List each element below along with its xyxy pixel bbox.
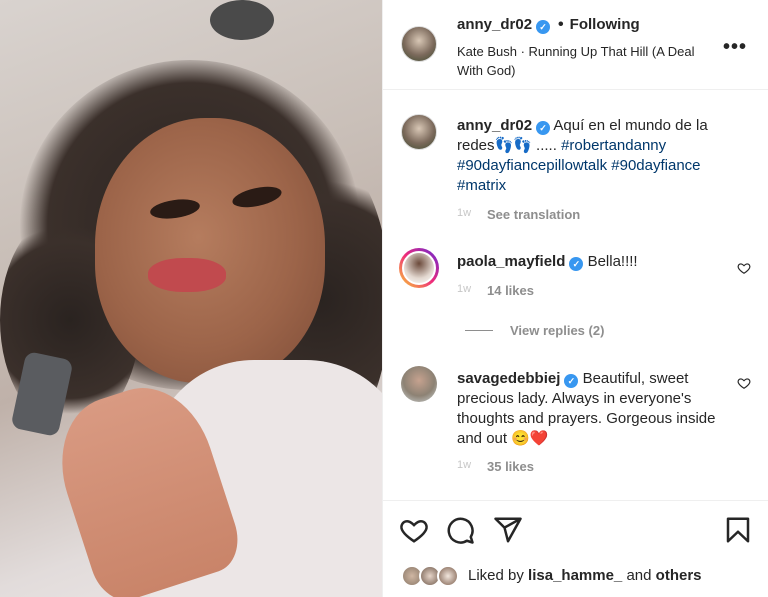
liker-avatar[interactable] — [437, 565, 459, 587]
replies-divider — [465, 330, 493, 331]
comment-likes-count[interactable]: 35 likes — [487, 459, 534, 474]
avatar[interactable] — [401, 366, 437, 402]
comment-like-heart-icon[interactable] — [737, 376, 751, 390]
comment-like-heart-icon[interactable] — [737, 261, 751, 275]
avatar[interactable] — [402, 251, 436, 285]
hashtag-link[interactable]: #matrix — [457, 177, 506, 194]
face-shape — [95, 118, 325, 383]
author-username[interactable]: anny_dr02 — [457, 16, 532, 33]
following-button[interactable]: Following — [570, 16, 640, 33]
comment-likes-count[interactable]: 14 likes — [487, 283, 534, 298]
view-replies-button[interactable]: View replies (2) — [510, 323, 604, 338]
heart-icon[interactable] — [399, 515, 429, 545]
share-icon[interactable] — [493, 515, 523, 545]
post-side-panel: anny_dr02 ✓ • Following Kate Bush · Running… — [382, 0, 768, 597]
hashtag-link[interactable]: #robertandanny — [561, 137, 666, 154]
caption-timestamp: 1w — [457, 207, 472, 219]
see-translation-button[interactable]: See translation — [487, 207, 580, 222]
liked-by-user-link[interactable]: lisa_hamme_ — [528, 567, 622, 584]
verified-badge-icon: ✓ — [536, 20, 551, 34]
comment-username[interactable]: paola_mayfield — [457, 253, 565, 270]
comment-icon[interactable] — [445, 515, 475, 545]
liked-by-and: and — [622, 567, 656, 584]
liked-by-others-link[interactable]: others — [656, 567, 702, 584]
avatar[interactable] — [401, 114, 437, 150]
caption-username[interactable]: anny_dr02 — [457, 117, 532, 134]
bookmark-icon[interactable] — [723, 515, 753, 545]
post-actions-bar: Liked by lisa_hamme_ and others — [383, 500, 768, 597]
verified-badge-icon: ✓ — [564, 374, 579, 388]
verified-badge-icon: ✓ — [536, 121, 551, 135]
lips-shape — [148, 258, 226, 292]
comment-timestamp: 1w — [457, 459, 472, 471]
hashtag-link[interactable]: #90dayfiancepillowtalk — [457, 157, 607, 174]
avatar[interactable] — [401, 26, 437, 62]
verified-badge-icon: ✓ — [569, 257, 584, 271]
separator-dot: • — [558, 16, 564, 33]
comment-text: savagedebbiej ✓ Beautiful, sweet precious… — [457, 369, 733, 449]
liked-by-summary: Liked by lisa_hamme_ and others — [468, 567, 702, 584]
post-media-image[interactable] — [0, 0, 382, 597]
comment-username[interactable]: savagedebbiej — [457, 370, 560, 387]
more-options-icon[interactable]: ••• — [723, 36, 747, 59]
hashtag-link[interactable]: #90dayfiance — [611, 157, 700, 174]
comment-body: Bella!!!! — [587, 253, 638, 270]
header-line: anny_dr02 ✓ • Following — [457, 16, 640, 34]
comment-timestamp: 1w — [457, 283, 472, 295]
post-header: anny_dr02 ✓ • Following Kate Bush · Running… — [383, 0, 768, 90]
caption-text: anny_dr02 ✓ Aquí en el mundo de la redes👣… — [457, 116, 733, 196]
ceiling-fan — [200, 0, 284, 46]
liked-by-prefix: Liked by — [468, 567, 529, 584]
audio-track-link[interactable]: Kate Bush · Running Up That Hill (A Deal… — [457, 42, 707, 80]
comment-text: paola_mayfield ✓ Bella!!!! — [457, 252, 733, 272]
